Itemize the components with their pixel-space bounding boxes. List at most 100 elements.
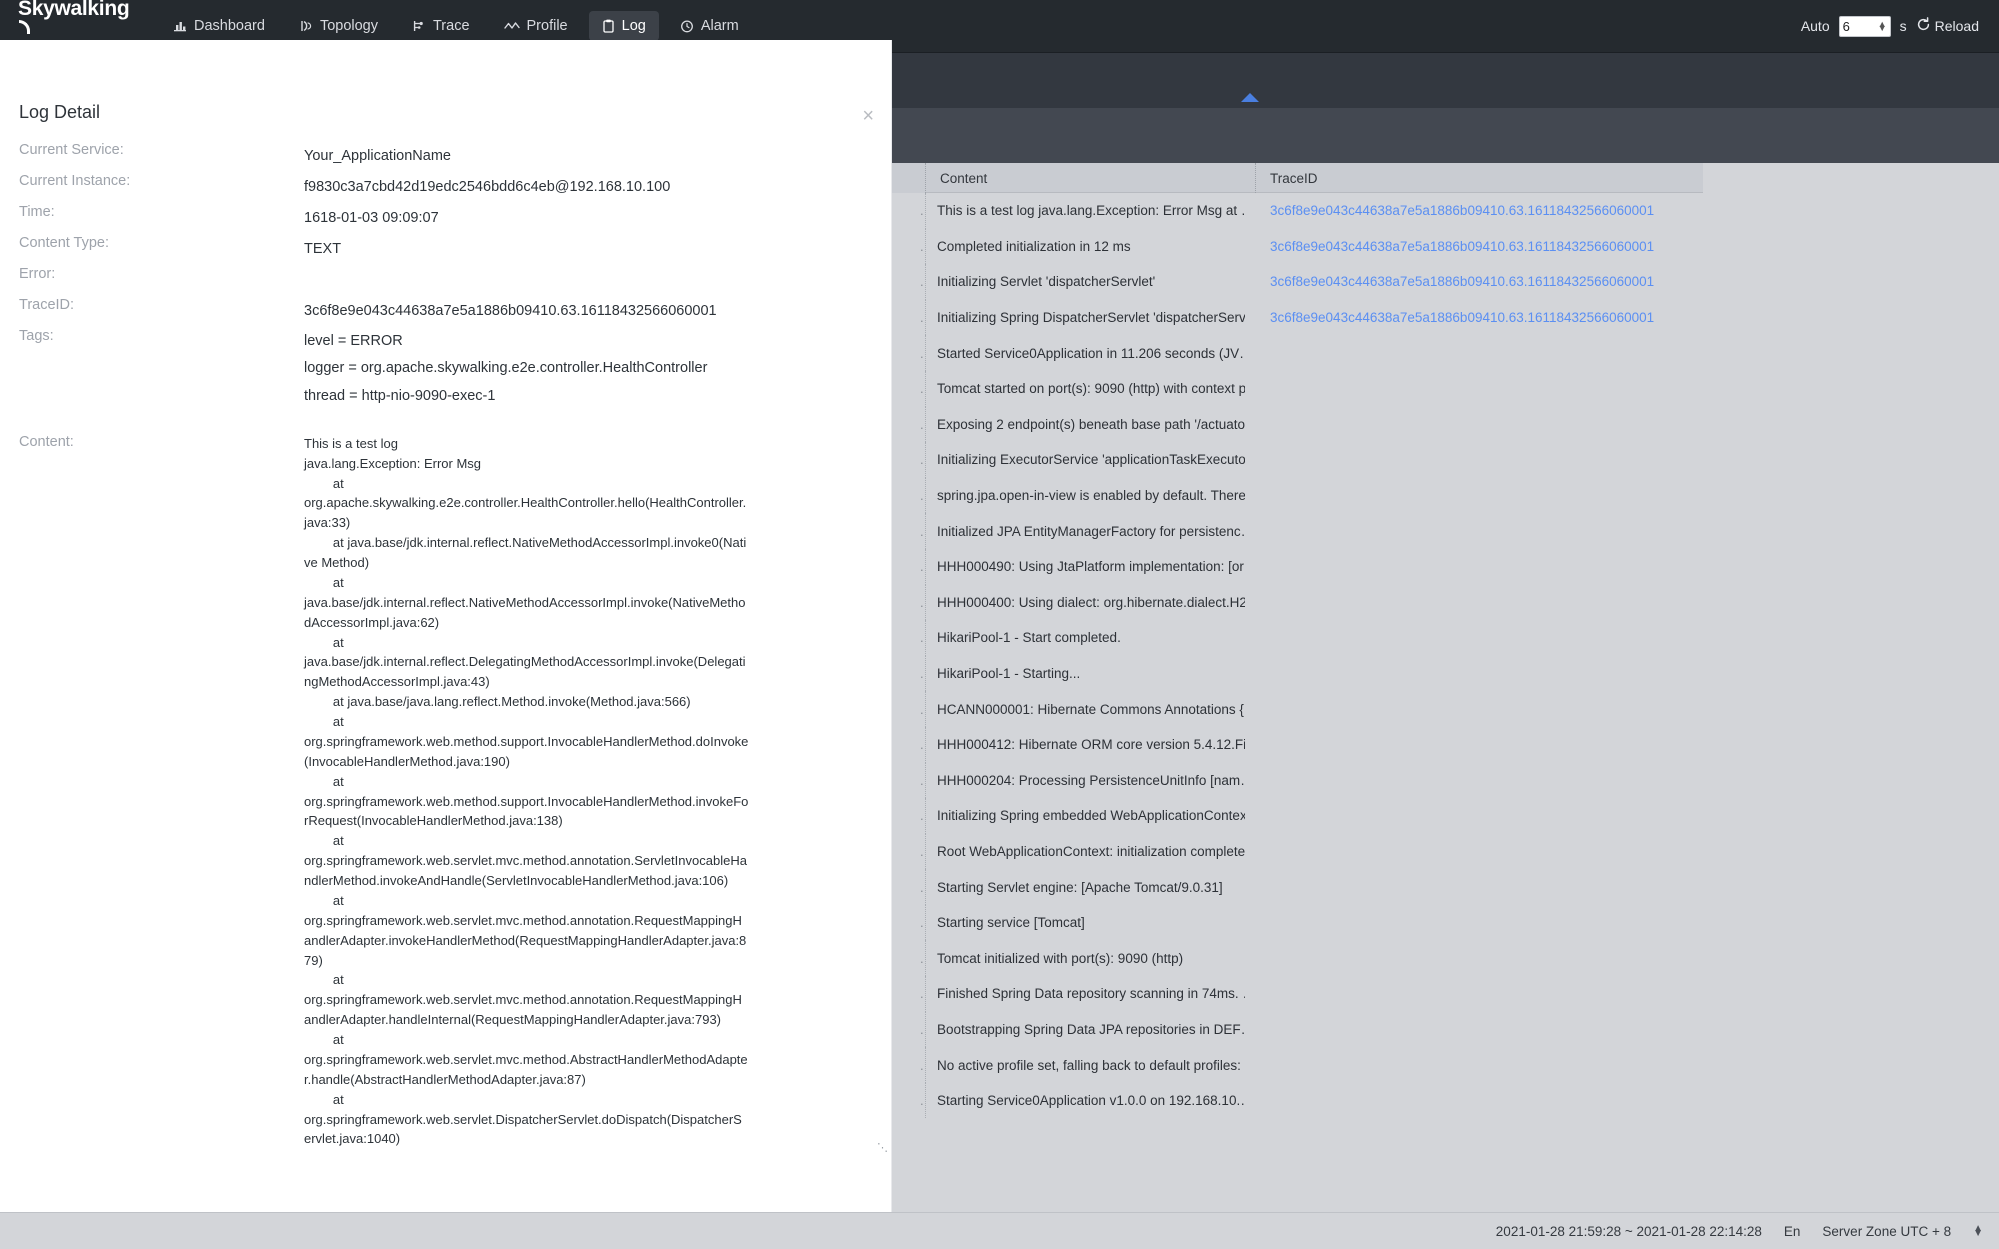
log-detail-fields: Current Service: Your_ApplicationName Cu… <box>0 132 892 1155</box>
nav-item-trace[interactable]: Trace <box>399 11 483 41</box>
nav-item-topology[interactable]: Topology <box>286 11 391 41</box>
log-content-textarea[interactable]: This is a test log java.lang.Exception: … <box>304 434 749 1154</box>
cell-traceid[interactable] <box>1256 1012 1696 1048</box>
cell-traceid[interactable]: 3c6f8e9e043c44638a7e5a1886b09410.63.1611… <box>1256 264 1696 300</box>
cell-content[interactable]: HCANN000001: Hibernate Commons Annotatio… <box>925 691 1245 727</box>
row-marker: . <box>920 274 924 290</box>
cell-traceid[interactable] <box>1256 763 1696 799</box>
cell-traceid[interactable] <box>1256 549 1696 585</box>
field-value: Your_ApplicationName <box>304 148 451 164</box>
cell-content[interactable]: HikariPool-1 - Starting... <box>925 655 1245 692</box>
nav-label: Dashboard <box>194 18 265 34</box>
brand-arc-icon <box>19 20 30 34</box>
cell-traceid[interactable] <box>1256 1047 1696 1083</box>
language-selector[interactable]: En <box>1784 1224 1801 1239</box>
cell-traceid[interactable] <box>1256 478 1696 514</box>
cell-content[interactable]: Completed initialization in 12 ms <box>925 228 1245 265</box>
field-label: Time: <box>19 204 55 220</box>
cell-content[interactable]: Started Service0Application in 11.206 se… <box>925 335 1245 371</box>
cell-traceid[interactable] <box>1256 691 1696 727</box>
cell-content[interactable]: Tomcat initialized with port(s): 9090 (h… <box>925 940 1245 977</box>
nav-item-dashboard[interactable]: Dashboard <box>160 11 278 41</box>
cell-traceid[interactable] <box>1256 585 1696 621</box>
cell-traceid[interactable] <box>1256 940 1696 976</box>
row-marker: . <box>920 523 924 539</box>
cell-content[interactable]: Root WebApplicationContext: initializati… <box>925 833 1245 870</box>
cell-traceid[interactable] <box>1256 656 1696 692</box>
skywalking-app: Skywalking Rocketbot Dashboard Topology <box>0 0 1999 1249</box>
row-marker: . <box>920 381 924 397</box>
nav-label: Alarm <box>700 18 739 34</box>
more-conditions-popover-arrow <box>1241 93 1259 102</box>
cell-traceid[interactable] <box>1256 834 1696 870</box>
cell-content[interactable]: Tomcat started on port(s): 9090 (http) w… <box>925 370 1245 407</box>
row-marker: . <box>920 701 924 717</box>
cell-traceid[interactable] <box>1256 442 1696 478</box>
nav-item-alarm[interactable]: Alarm <box>667 11 752 41</box>
field-value: level = ERROR logger = org.apache.skywalk… <box>304 318 892 410</box>
field-label: Current Instance: <box>19 173 131 189</box>
nav-label: Topology <box>319 18 378 34</box>
time-range-label[interactable]: 2021-01-28 21:59:28 ~ 2021-01-28 22:14:2… <box>1496 1224 1762 1239</box>
cell-traceid[interactable] <box>1256 798 1696 834</box>
reload-button[interactable]: Reload <box>1916 17 1979 35</box>
cell-content[interactable]: Initializing Servlet 'dispatcherServlet' <box>925 264 1245 300</box>
cell-content[interactable]: HikariPool-1 - Start completed. <box>925 620 1245 656</box>
cell-traceid[interactable]: 3c6f8e9e043c44638a7e5a1886b09410.63.1611… <box>1256 193 1696 229</box>
cell-content[interactable]: spring.jpa.open-in-view is enabled by de… <box>925 477 1245 514</box>
row-marker: . <box>920 808 924 824</box>
close-icon[interactable]: × <box>862 106 874 126</box>
cell-content[interactable]: HHH000204: Processing PersistenceUnitInf… <box>925 762 1245 799</box>
cell-content[interactable]: Starting Service0Application v1.0.0 on 1… <box>925 1082 1245 1119</box>
bar-chart-icon <box>173 19 187 33</box>
column-header-traceid[interactable]: TraceID <box>1255 163 1703 193</box>
cell-content[interactable]: Starting service [Tomcat] <box>925 904 1245 941</box>
cell-content[interactable]: Starting Servlet engine: [Apache Tomcat/… <box>925 869 1245 905</box>
stepper-arrows-icon[interactable]: ▲ ▼ <box>1878 19 1887 32</box>
trace-icon <box>412 19 426 33</box>
cell-traceid[interactable] <box>1256 905 1696 941</box>
cell-traceid[interactable]: 3c6f8e9e043c44638a7e5a1886b09410.63.1611… <box>1256 229 1696 265</box>
cell-traceid[interactable] <box>1256 1083 1696 1119</box>
cell-content[interactable]: Initializing ExecutorService 'applicatio… <box>925 442 1245 478</box>
cell-traceid[interactable] <box>1256 727 1696 763</box>
cell-content[interactable]: This is a test log java.lang.Exception: … <box>925 193 1245 229</box>
auto-refresh-unit: s <box>1899 18 1907 34</box>
cell-traceid[interactable] <box>1256 407 1696 443</box>
field-value: f9830c3a7cbd42d19edc2546bdd6c4eb@192.168… <box>304 179 671 195</box>
auto-refresh-interval-stepper[interactable]: 6 ▲ ▼ <box>1838 15 1891 37</box>
cell-content[interactable]: Initializing Spring DispatcherServlet 'd… <box>925 299 1245 336</box>
row-marker: . <box>920 310 924 326</box>
column-header-content[interactable]: Content <box>925 163 1255 193</box>
cell-traceid[interactable] <box>1256 620 1696 656</box>
cell-traceid[interactable] <box>1256 513 1696 549</box>
nav-item-profile[interactable]: Profile <box>491 11 581 41</box>
cell-content[interactable]: HHH000412: Hibernate ORM core version 5.… <box>925 726 1245 763</box>
tag-line: thread = http-nio-9090-exec-1 <box>304 387 496 404</box>
cell-content[interactable]: Finished Spring Data repository scanning… <box>925 976 1245 1012</box>
cell-traceid[interactable]: 3c6f8e9e043c44638a7e5a1886b09410.63.1611… <box>1256 300 1696 336</box>
topology-icon <box>299 19 313 33</box>
dialog-title: Log Detail <box>19 102 101 122</box>
cell-content[interactable]: Initializing Spring embedded WebApplicat… <box>925 798 1245 834</box>
field-content: Content: This is a test log java.lang.Ex… <box>0 434 892 1155</box>
cell-content[interactable]: Exposing 2 endpoint(s) beneath base path… <box>925 406 1245 443</box>
field-label: TraceID: <box>19 297 75 313</box>
cell-content[interactable]: Initialized JPA EntityManagerFactory for… <box>925 513 1245 549</box>
cell-traceid[interactable] <box>1256 371 1696 407</box>
row-marker: . <box>920 737 924 753</box>
brand-name: Skywalking <box>18 0 130 40</box>
field-value: TEXT <box>304 241 342 257</box>
cell-content[interactable]: HHH000490: Using JtaPlatform implementat… <box>925 548 1245 585</box>
cell-traceid[interactable] <box>1256 869 1696 905</box>
cell-content[interactable]: HHH000400: Using dialect: org.hibernate.… <box>925 584 1245 621</box>
cell-traceid[interactable] <box>1256 976 1696 1012</box>
row-marker: . <box>920 559 924 575</box>
nav-item-log[interactable]: Log <box>588 11 659 41</box>
cell-traceid[interactable] <box>1256 335 1696 371</box>
statusbar-stepper-icon[interactable]: ▲ ▼ <box>1973 1223 1983 1238</box>
resize-grip-icon[interactable]: ⋰ <box>877 1142 888 1154</box>
cell-content[interactable]: Bootstrapping Spring Data JPA repositori… <box>925 1011 1245 1048</box>
clipboard-icon <box>602 19 615 33</box>
cell-content[interactable]: No active profile set, falling back to d… <box>925 1047 1245 1083</box>
